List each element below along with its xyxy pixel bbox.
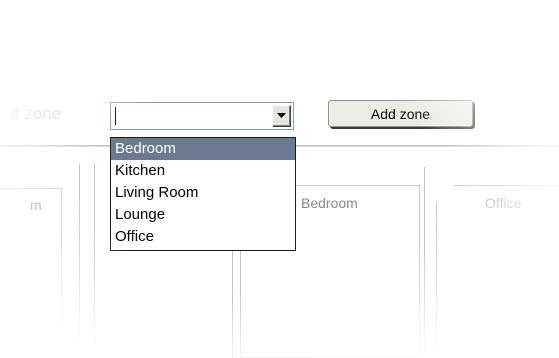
chevron-down-icon bbox=[277, 113, 286, 118]
zone-label: d zone bbox=[10, 104, 62, 123]
dropdown-option-lounge[interactable]: Lounge bbox=[111, 204, 295, 226]
zone-dropdown-list[interactable]: Bedroom Kitchen Living Room Lounge Offic… bbox=[110, 137, 296, 251]
add-zone-button[interactable]: Add zone bbox=[328, 100, 473, 127]
zone-combobox[interactable] bbox=[110, 102, 294, 130]
dropdown-option-living-room[interactable]: Living Room bbox=[111, 182, 295, 204]
dropdown-toggle-button[interactable] bbox=[272, 105, 291, 127]
room-label-bedroom: Bedroom bbox=[301, 195, 358, 211]
dropdown-option-bedroom[interactable]: Bedroom bbox=[111, 138, 295, 160]
partition-line bbox=[424, 167, 425, 358]
dropdown-option-kitchen[interactable]: Kitchen bbox=[111, 160, 295, 182]
room-label-office: Office bbox=[485, 195, 522, 211]
text-caret bbox=[115, 107, 116, 125]
partition-line bbox=[232, 250, 233, 358]
partition-line bbox=[79, 163, 80, 358]
room-label-left: m bbox=[30, 197, 42, 213]
dropdown-option-office[interactable]: Office bbox=[111, 226, 295, 248]
partition-line bbox=[94, 163, 95, 358]
room-panel-left[interactable] bbox=[0, 188, 62, 358]
faint-background-text: · · · bbox=[112, 6, 134, 20]
